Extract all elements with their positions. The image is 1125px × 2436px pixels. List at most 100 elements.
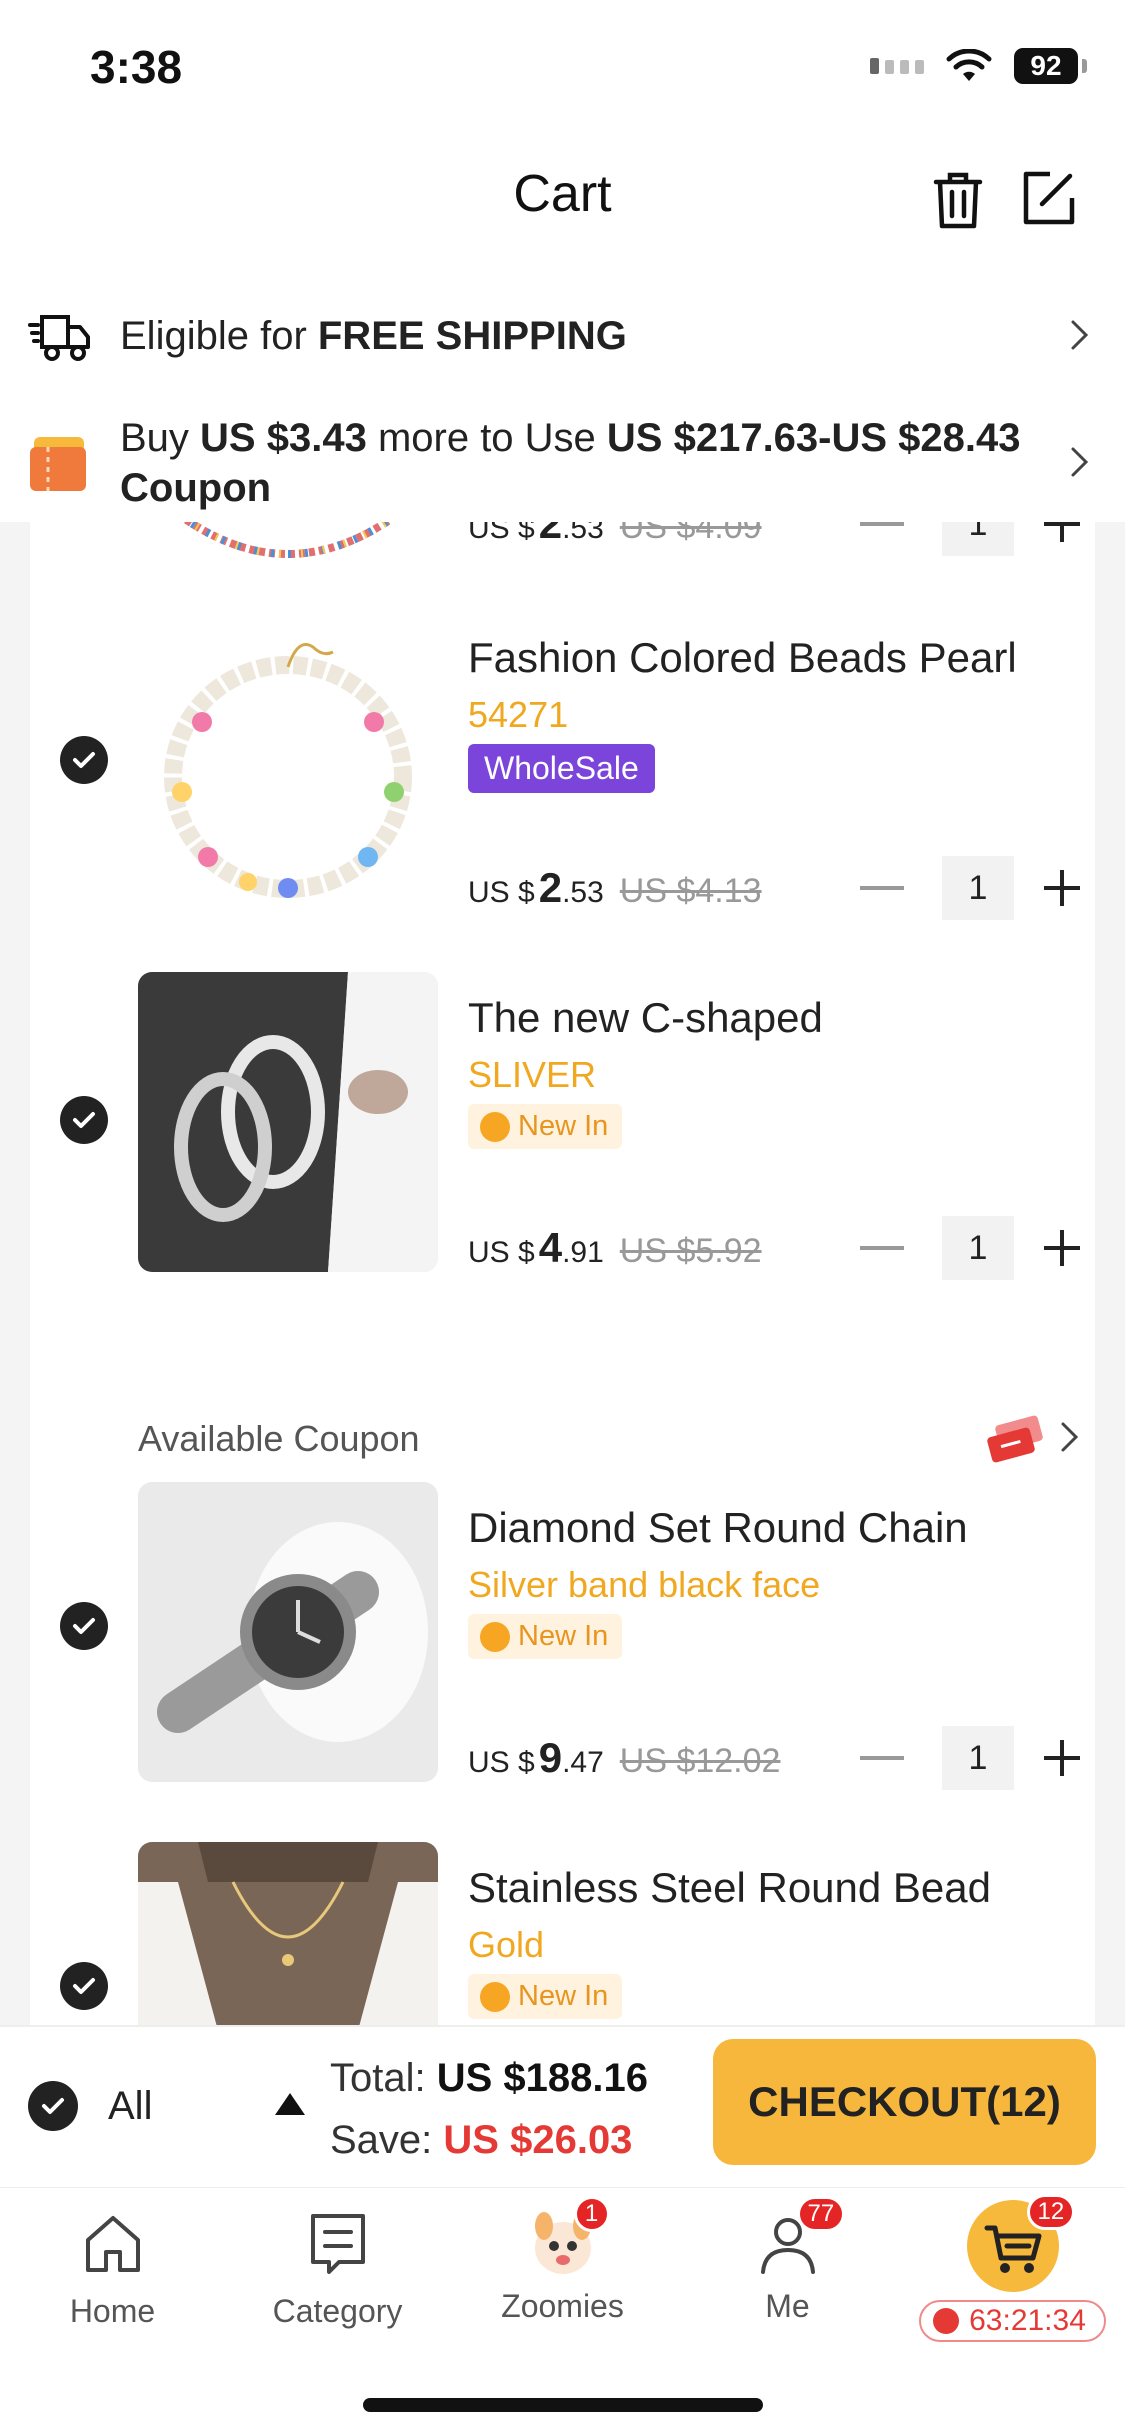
coupon-amount: US $3.43 (200, 416, 367, 460)
price-row: US $ 4 .91 US $5.92 (468, 1224, 762, 1272)
chevron-right-icon (1071, 447, 1089, 477)
product-title[interactable]: Diamond Set Round Chain (468, 1504, 968, 1552)
coupon-text: Buy US $3.43 more to Use US $217.63-US $… (120, 413, 1045, 513)
product-thumbnail[interactable] (138, 612, 438, 912)
new-in-label: New In (518, 1620, 609, 1652)
item-checkbox[interactable] (60, 1962, 108, 2010)
product-title[interactable]: Fashion Colored Beads Pearl (468, 634, 1017, 682)
select-all-label: All (108, 2083, 153, 2128)
quantity-input[interactable]: 1 (942, 856, 1014, 920)
product-thumbnail[interactable] (138, 972, 438, 1272)
new-badge-icon (480, 1111, 510, 1142)
cart-item[interactable]: Diamond Set Round Chain Silver band blac… (30, 1482, 1095, 1812)
edit-icon[interactable] (1018, 168, 1078, 230)
free-shipping-banner[interactable]: Eligible for FREE SHIPPING (0, 285, 1125, 385)
battery-level: 92 (1014, 48, 1078, 84)
product-title[interactable]: Stainless Steel Round Bead (468, 1864, 991, 1912)
product-variant[interactable]: SLIVER (468, 1054, 596, 1096)
plus-icon[interactable] (1044, 870, 1080, 906)
page-header: Cart (0, 130, 1125, 265)
quantity-stepper[interactable]: 1 (860, 856, 1080, 920)
checkmark-icon (73, 1112, 95, 1128)
new-badge-icon (480, 1621, 510, 1652)
tab-zoomies[interactable]: 1 Zoomies (450, 2196, 675, 2325)
countdown-timer: 63:21:34 (919, 2300, 1106, 2342)
trash-icon[interactable] (928, 168, 988, 230)
product-thumbnail[interactable] (138, 1482, 438, 1782)
product-variant[interactable]: Silver band black face (468, 1564, 820, 1606)
select-all-toggle[interactable]: All (28, 2081, 152, 2131)
quantity-input[interactable]: 1 (942, 1216, 1014, 1280)
cart-item[interactable]: Fashion Colored Beads Pearl 54271 WholeS… (30, 594, 1095, 924)
shipping-strong: FREE SHIPPING (317, 314, 627, 358)
pearl-necklace-image (138, 612, 438, 912)
checkmark-icon (73, 1978, 95, 1994)
checkmark-icon (73, 1618, 95, 1634)
quantity-stepper[interactable]: 1 (860, 522, 1080, 556)
price-cents: .53 (562, 522, 604, 545)
minus-icon[interactable] (860, 522, 904, 526)
countdown-value: 63:21:34 (969, 2304, 1086, 2337)
cart-items-card: US $ 2 .53 US $4.09 1 Fashion Colored Be… (30, 522, 1095, 2025)
cart-count-badge: 12 (1026, 2194, 1076, 2230)
coupon-text-1: Buy (120, 416, 201, 460)
new-in-badge: New In (468, 1614, 623, 1659)
home-icon (85, 2216, 140, 2272)
price-row: US $ 2 .53 US $4.09 (468, 522, 762, 548)
product-title[interactable]: The new C-shaped (468, 994, 823, 1042)
available-coupon-row[interactable]: Available Coupon (138, 1410, 1095, 1470)
select-all-checkbox[interactable] (28, 2081, 78, 2131)
price-currency: US $ (468, 1236, 535, 1269)
status-time: 3:38 (90, 41, 183, 93)
tab-category[interactable]: Category (225, 2208, 450, 2330)
product-variant[interactable]: 54271 (468, 694, 568, 736)
minus-icon[interactable] (860, 886, 904, 890)
quantity-stepper[interactable]: 1 (860, 1216, 1080, 1280)
status-bar: 3:38 92 (0, 0, 1125, 130)
tab-me[interactable]: 77 Me (675, 2196, 900, 2325)
minus-icon[interactable] (860, 1246, 904, 1250)
cart-item[interactable]: Stainless Steel Round Bead Gold New In (30, 1842, 1095, 2025)
price-cents: .53 (562, 876, 604, 909)
cart-item[interactable]: US $ 2 .53 US $4.09 1 (30, 522, 1095, 594)
product-thumbnail[interactable] (138, 522, 438, 564)
price-row: US $ 9 .47 US $12.02 (468, 1734, 780, 1782)
original-price: US $4.13 (619, 872, 762, 910)
quantity-stepper[interactable]: 1 (860, 1726, 1080, 1790)
tab-label: Home (69, 2293, 156, 2329)
item-checkbox[interactable] (60, 1096, 108, 1144)
checkout-bar: All Total: US $188.16 Save: US $26.03 CH… (0, 2025, 1125, 2185)
signal-icon (870, 58, 924, 74)
price-integer: 2 (538, 864, 563, 911)
plus-icon[interactable] (1044, 522, 1080, 542)
cart-list[interactable]: US $ 2 .53 US $4.09 1 Fashion Colored Be… (0, 522, 1125, 2025)
coupon-icon (987, 1415, 1043, 1463)
new-in-badge: New In (468, 1974, 623, 2019)
save-value: US $26.03 (443, 2118, 633, 2162)
available-coupon-label: Available Coupon (138, 1418, 420, 1459)
product-variant[interactable]: Gold (468, 1924, 544, 1966)
item-checkbox[interactable] (60, 1602, 108, 1650)
checkout-button[interactable]: CHECKOUT(12) (713, 2039, 1096, 2165)
original-price: US $12.02 (619, 1742, 781, 1780)
coupon-ticket-icon (30, 437, 86, 491)
coupon-text-2: more to Use (366, 416, 607, 460)
caret-up-icon[interactable] (272, 2089, 308, 2119)
tab-cart[interactable]: 12 63:21:34 (900, 2194, 1125, 2342)
product-thumbnail[interactable] (138, 1842, 438, 2025)
quantity-input[interactable]: 1 (942, 1726, 1014, 1790)
total-label: Total: (330, 2056, 437, 2100)
tab-label: Zoomies (501, 2288, 624, 2324)
clock-icon (933, 2308, 960, 2334)
item-checkbox[interactable] (60, 736, 108, 784)
plus-icon[interactable] (1044, 1230, 1080, 1266)
plus-icon[interactable] (1044, 1740, 1080, 1776)
cart-item[interactable]: The new C-shaped SLIVER New In US $ 4 .9… (30, 954, 1095, 1284)
coupon-banner[interactable]: Buy US $3.43 more to Use US $217.63-US $… (0, 405, 1125, 520)
tab-home[interactable]: Home (0, 2208, 225, 2330)
cart-icon: 12 (966, 2194, 1076, 2292)
quantity-input[interactable]: 1 (942, 522, 1014, 556)
price-currency: US $ (468, 876, 535, 909)
hoop-earrings-image (138, 972, 438, 1272)
minus-icon[interactable] (860, 1756, 904, 1760)
